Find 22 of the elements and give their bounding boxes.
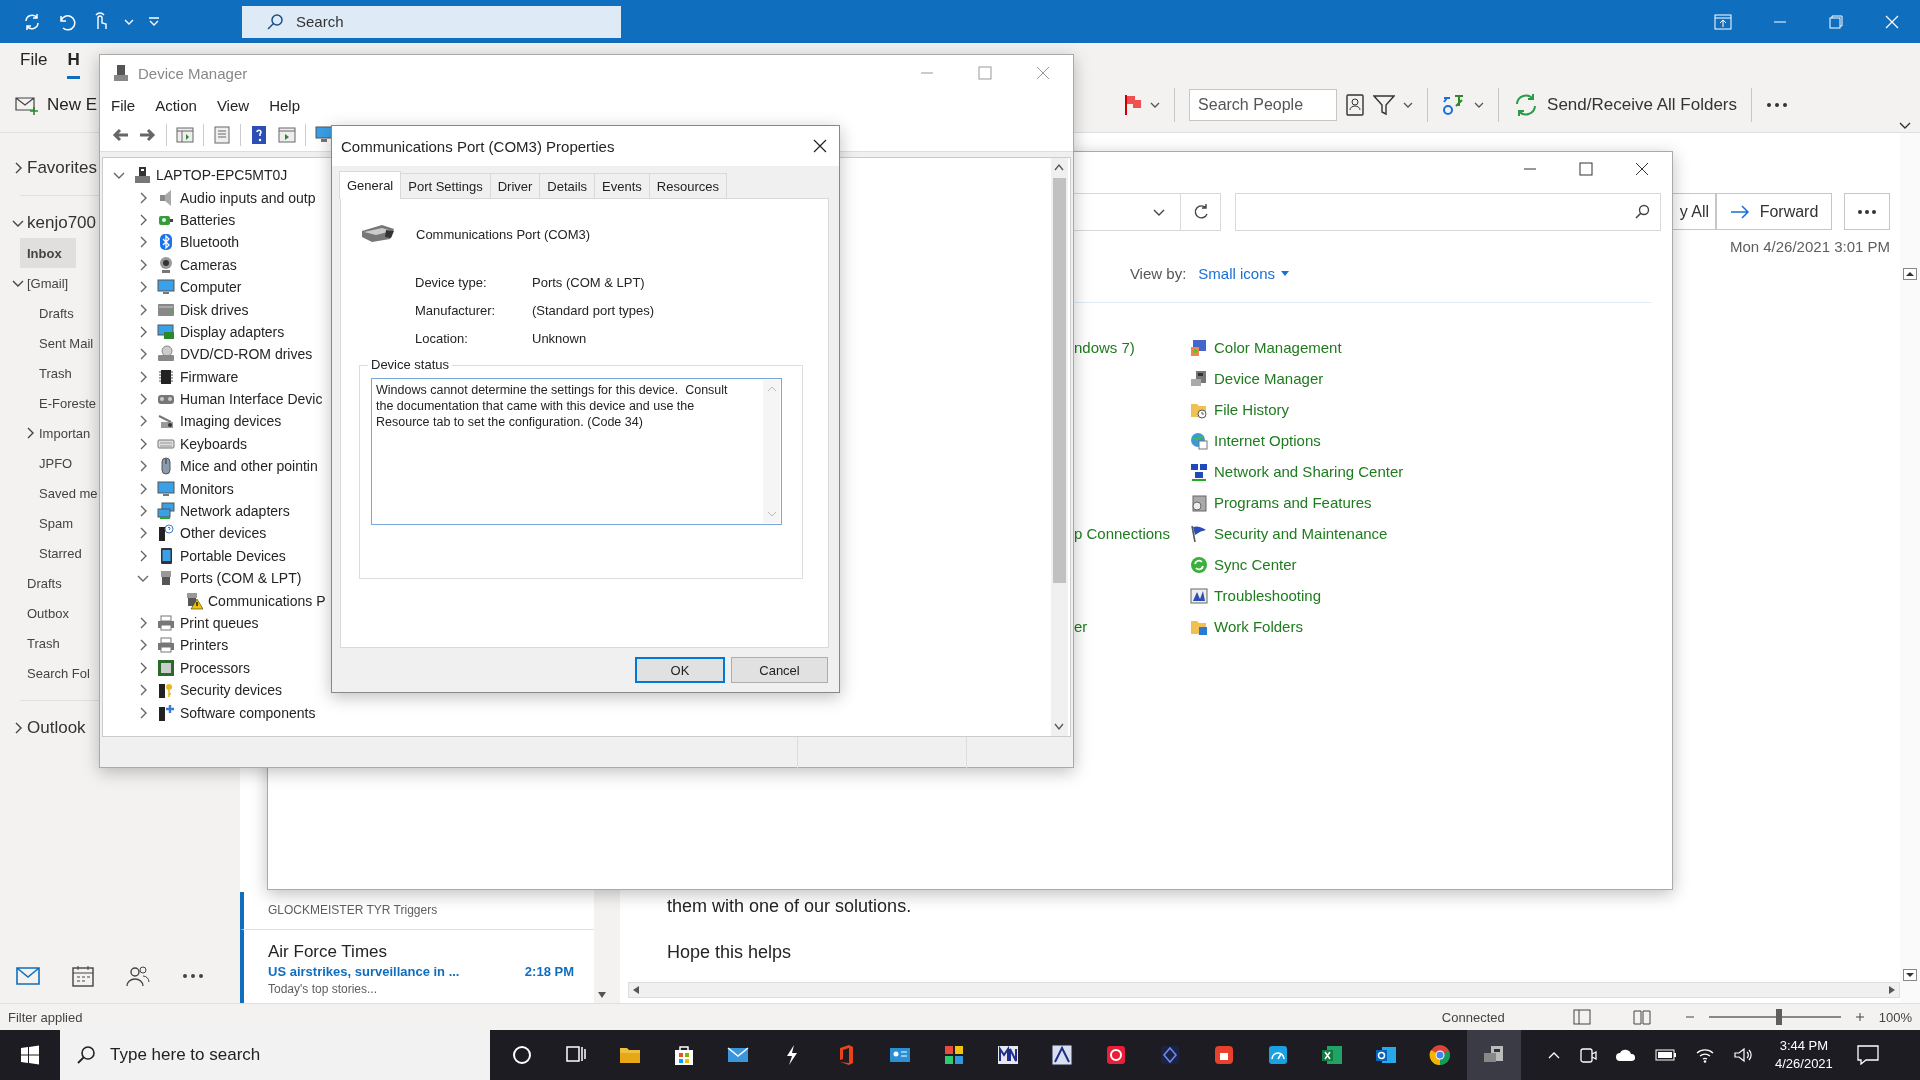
message-sender: Air Force Times (268, 942, 389, 962)
message-preview: GLOCKMEISTER TYR Triggers (268, 903, 439, 918)
message-time: 2:18 PM (524, 963, 574, 981)
device-name: Communications Port (COM3) (416, 227, 591, 242)
status-text: Filter applied (8, 1009, 83, 1025)
field-label: Location: (415, 330, 469, 346)
message-preview: Today's top stories... (268, 982, 378, 997)
message-subject: US airstrikes, surveillance in ... (268, 963, 460, 981)
field-value: Unknown (532, 330, 588, 346)
view-by-label: View by: (1129, 265, 1187, 282)
message-date: Mon 4/26/2021 3:01 PM (1729, 238, 1891, 255)
connection-status: Connected (1441, 1009, 1505, 1025)
field-label: Device type: (415, 274, 488, 290)
dialog-title: Communications Port (COM3) Properties (341, 137, 615, 155)
zoom-level: 100% (1878, 1009, 1912, 1025)
message-text: Hope this helps (667, 941, 793, 964)
field-value: (Standard port types) (532, 302, 656, 318)
field-value: Ports (COM & LPT) (532, 274, 646, 290)
field-label: Manufacturer: (415, 302, 497, 318)
group-label: Device status (368, 357, 453, 372)
window-title: Device Manager (138, 64, 248, 82)
message-text: them with one of our solutions. (667, 895, 913, 918)
